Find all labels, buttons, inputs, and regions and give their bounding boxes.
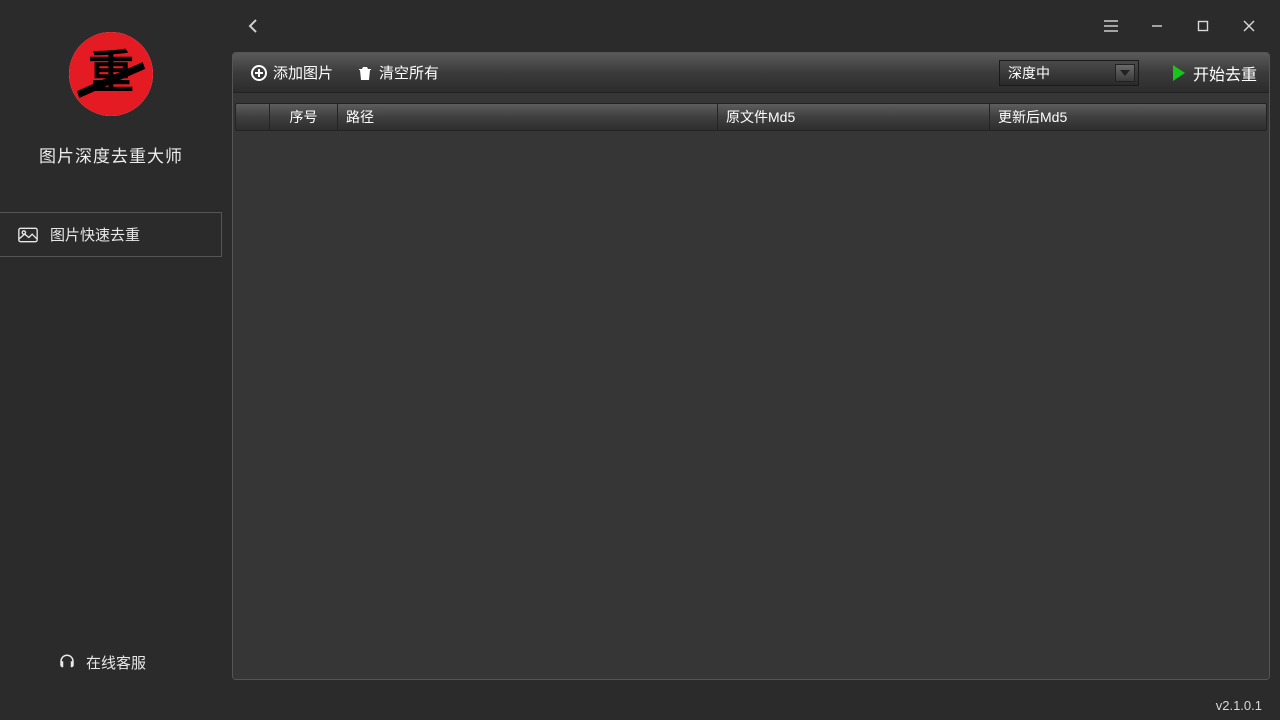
app-title: 图片深度去重大师 [39, 142, 183, 167]
headset-icon [58, 653, 76, 671]
back-button[interactable] [242, 14, 266, 38]
col-checkbox [236, 104, 270, 130]
main-column: 添加图片 清空所有 深度中 开始去重 [222, 0, 1280, 690]
table-body [235, 131, 1267, 677]
sidebar-item-quick-dedup[interactable]: 图片快速去重 [0, 213, 221, 257]
hamburger-menu-button[interactable] [1088, 10, 1134, 42]
depth-select-value: 深度中 [1008, 63, 1050, 83]
play-icon [1173, 65, 1185, 81]
depth-select[interactable]: 深度中 [999, 60, 1139, 86]
footer: v2.1.0.1 [0, 690, 1280, 720]
col-path[interactable]: 路径 [338, 104, 718, 130]
side-nav: 图片快速去重 [0, 212, 222, 257]
start-dedup-label: 开始去重 [1193, 61, 1257, 85]
support-label: 在线客服 [86, 652, 146, 673]
toolbar: 添加图片 清空所有 深度中 开始去重 [233, 53, 1269, 93]
col-orig-md5[interactable]: 原文件Md5 [718, 104, 990, 130]
clear-all-button[interactable]: 清空所有 [347, 59, 449, 87]
logo-glyph: 重 [88, 49, 134, 95]
trash-icon [357, 65, 373, 81]
start-dedup-button[interactable]: 开始去重 [1161, 58, 1261, 88]
clear-all-label: 清空所有 [379, 62, 439, 83]
results-table: 序号 路径 原文件Md5 更新后Md5 [233, 93, 1269, 679]
plus-circle-icon [251, 65, 267, 81]
minimize-button[interactable] [1134, 10, 1180, 42]
support-link[interactable]: 在线客服 [0, 634, 222, 690]
add-image-label: 添加图片 [273, 62, 333, 83]
close-button[interactable] [1226, 10, 1272, 42]
col-seq[interactable]: 序号 [270, 104, 338, 130]
chevron-down-icon [1115, 64, 1135, 82]
sidebar-item-label: 图片快速去重 [50, 224, 140, 245]
version-label: v2.1.0.1 [1216, 698, 1262, 713]
brand-block: 重 图片深度去重大师 [0, 0, 222, 212]
sidebar: 重 图片深度去重大师 图片快速去重 在线客服 [0, 0, 222, 690]
work-area: 添加图片 清空所有 深度中 开始去重 [232, 52, 1270, 680]
window-controls [1088, 10, 1272, 42]
image-icon [18, 227, 38, 243]
col-new-md5[interactable]: 更新后Md5 [990, 104, 1266, 130]
table-header: 序号 路径 原文件Md5 更新后Md5 [235, 103, 1267, 131]
add-image-button[interactable]: 添加图片 [241, 59, 343, 87]
app-logo: 重 [69, 32, 153, 116]
maximize-button[interactable] [1180, 10, 1226, 42]
titlebar [222, 0, 1280, 52]
